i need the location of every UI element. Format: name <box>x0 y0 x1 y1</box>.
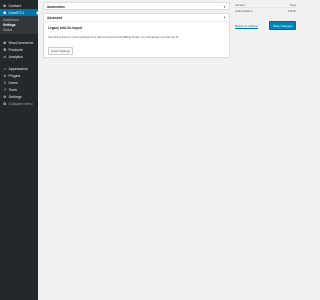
collapse-menu-label: Collapse menu <box>8 101 33 106</box>
products-icon <box>3 48 7 52</box>
sidebar-item-label: Analytics <box>8 54 23 59</box>
settings-icon <box>3 95 7 99</box>
collapse-menu-button[interactable]: Collapse menu <box>0 100 38 107</box>
chevron-down-icon[interactable]: ▾ <box>223 5 226 9</box>
wrench-icon <box>3 88 7 92</box>
sidebar-item-products[interactable]: Products <box>0 46 38 53</box>
advanced-panel-title: Advanced <box>47 15 63 20</box>
chevron-up-icon[interactable]: ▴ <box>223 16 226 19</box>
plugin-icon <box>3 11 7 15</box>
legacy-import-description: Use this section to import settings from… <box>48 35 179 39</box>
meta-label: Version <box>235 2 246 7</box>
users-icon <box>3 81 7 85</box>
import-settings-button[interactable]: Import Settings <box>48 47 73 55</box>
advanced-panel: Advanced ▴ Legacy Add-On Import Use this… <box>43 13 230 58</box>
analytics-icon <box>3 55 7 59</box>
save-changes-button[interactable]: Save changes <box>268 21 296 30</box>
meta-value: Public <box>287 9 296 13</box>
sidebar-item-label: WooCommerce <box>8 40 34 45</box>
automation-panel: Automation ▾ <box>43 2 230 10</box>
sidebar-item-label: Plugins <box>8 73 21 78</box>
sidebar-item-analytics[interactable]: Analytics <box>0 53 38 60</box>
automation-panel-header[interactable]: Automation ▾ <box>44 3 229 11</box>
sidebar-item-label: CoreIFC1 <box>8 10 25 15</box>
automation-panel-title: Automation <box>47 5 65 9</box>
publish-meta-box: Version Post Authorization Public Return… <box>233 2 298 34</box>
sidebar-item-woocommerce[interactable]: WooCommerce <box>0 39 38 46</box>
sidebar-submenu: Dashboard Settings Status <box>0 16 38 34</box>
sidebar-item-label: Appearance <box>8 66 28 71</box>
contact-icon <box>3 4 7 8</box>
plugins-icon <box>3 74 7 78</box>
sidebar-item-label: Settings <box>8 94 22 99</box>
advanced-panel-header[interactable]: Advanced ▴ <box>44 14 229 22</box>
sidebar-item-tools[interactable]: Tools <box>0 86 38 93</box>
collapse-icon <box>3 102 7 106</box>
admin-sidebar: Contact CoreIFC1 Dashboard Settings Stat… <box>0 0 38 300</box>
meta-row-authorization: Authorization Public <box>233 8 298 14</box>
meta-value: Post <box>289 2 296 7</box>
sidebar-item-label: Products <box>8 47 23 52</box>
sidebar-item-label: Contact <box>8 3 21 8</box>
submenu-item-status[interactable]: Status <box>0 27 38 32</box>
sidebar-item-plugins[interactable]: Plugins <box>0 72 38 79</box>
return-to-options-link[interactable]: Return to options <box>235 24 258 28</box>
advanced-panel-body: Legacy Add-On Import Use this section to… <box>44 22 229 60</box>
woocommerce-icon <box>3 41 7 45</box>
sidebar-item-contact[interactable]: Contact <box>0 2 38 9</box>
sidebar-item-users[interactable]: Users <box>0 79 38 86</box>
legacy-import-title: Legacy Add-On Import <box>48 26 83 30</box>
sidebar-item-settings[interactable]: Settings <box>0 93 38 100</box>
sidebar-item-label: Users <box>8 80 18 85</box>
meta-label: Authorization <box>235 9 253 13</box>
sidebar-item-label: Tools <box>8 87 17 92</box>
sidebar-item-appearance[interactable]: Appearance <box>0 65 38 72</box>
appearance-icon <box>3 67 7 71</box>
meta-actions: Return to options Save changes <box>233 21 298 30</box>
sidebar-item-current[interactable]: CoreIFC1 <box>0 9 38 16</box>
